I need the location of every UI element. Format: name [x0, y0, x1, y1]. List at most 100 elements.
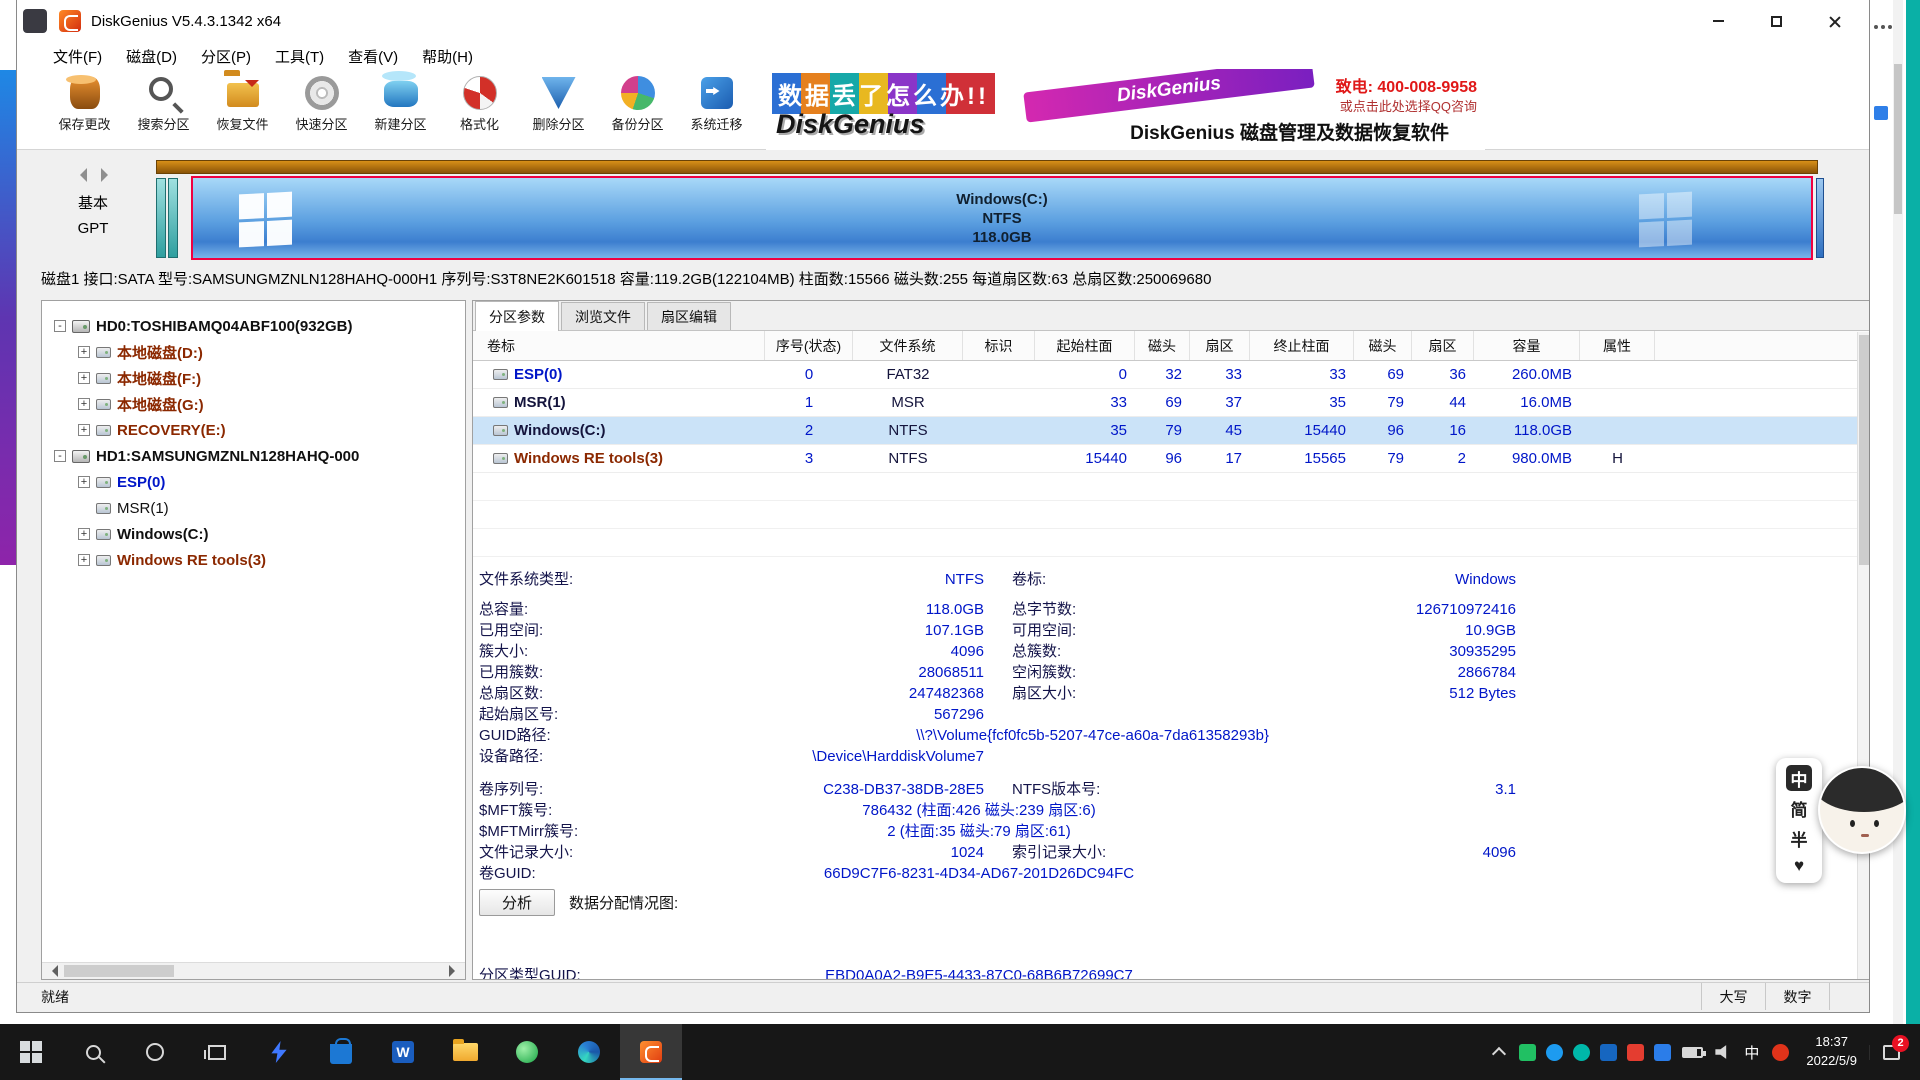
col-end-cylinder[interactable]: 终止柱面	[1250, 331, 1354, 360]
partition-row-msr[interactable]: MSR(1) 1 MSR 33 69 37 35 79 44 16.0MB	[473, 389, 1869, 417]
col-filesystem[interactable]: 文件系统	[853, 331, 963, 360]
col-capacity[interactable]: 容量	[1474, 331, 1580, 360]
expand-icon[interactable]: +	[78, 476, 90, 488]
ad-qq-link[interactable]: 或点击此处选择QQ咨询	[1340, 96, 1477, 115]
partition-row-windows-c-selected[interactable]: Windows(C:) 2 NTFS 35 79 45 15440 96 16 …	[473, 417, 1869, 445]
taskbar-app-store[interactable]	[310, 1024, 372, 1080]
ime-halfwidth-toggle[interactable]: 半	[1791, 826, 1808, 851]
backup-partition-button[interactable]: 备份分区	[598, 70, 677, 149]
menu-view[interactable]: 查看(V)	[336, 42, 410, 70]
windows-c-partition-bar[interactable]: Windows(C:) NTFS 118.0GB	[191, 176, 1813, 260]
expand-icon[interactable]: +	[78, 346, 90, 358]
taskbar-app-edge[interactable]	[558, 1024, 620, 1080]
background-scrollbar-thumb[interactable]	[1894, 64, 1902, 214]
menu-file[interactable]: 文件(F)	[41, 42, 114, 70]
col-seq-status[interactable]: 序号(状态)	[765, 331, 853, 360]
mascot-avatar[interactable]	[1818, 766, 1906, 854]
menu-tools[interactable]: 工具(T)	[263, 42, 336, 70]
cortana-button[interactable]	[124, 1024, 186, 1080]
more-icon[interactable]	[1874, 16, 1896, 22]
expand-icon[interactable]: +	[78, 528, 90, 540]
tree-item-hd1[interactable]: -HD1:SAMSUNGMZNLN128HAHQ-000	[42, 443, 465, 469]
task-view-button[interactable]	[186, 1024, 248, 1080]
taskbar-app-explorer[interactable]	[434, 1024, 496, 1080]
col-end-head[interactable]: 磁头	[1354, 331, 1412, 360]
action-center-button[interactable]: 2	[1869, 1045, 1913, 1060]
tray-red-app-icon[interactable]	[1627, 1044, 1644, 1061]
tray-teal-icon[interactable]	[1573, 1044, 1590, 1061]
tree-item-recovery-e[interactable]: +RECOVERY(E:)	[42, 417, 465, 443]
speaker-icon[interactable]	[1715, 1045, 1730, 1060]
ad-banner[interactable]: 数据丢了怎么办!! DiskGenius DiskGenius 致电: 400-…	[766, 69, 1485, 150]
tree-item-esp[interactable]: +ESP(0)	[42, 469, 465, 495]
expand-icon[interactable]: +	[78, 372, 90, 384]
delete-partition-button[interactable]: 删除分区	[519, 70, 598, 149]
ime-chinese-toggle[interactable]: 中	[1786, 765, 1812, 791]
col-end-sector[interactable]: 扇区	[1412, 331, 1474, 360]
tray-snowflake-icon[interactable]	[1654, 1044, 1671, 1061]
taskbar-app-word[interactable]: W	[372, 1024, 434, 1080]
heart-icon[interactable]: ♥	[1794, 856, 1804, 876]
tree-item-local-g[interactable]: +本地磁盘(G:)	[42, 391, 465, 417]
save-changes-button[interactable]: 保存更改	[45, 70, 124, 149]
col-start-sector[interactable]: 扇区	[1190, 331, 1250, 360]
close-button[interactable]	[1805, 0, 1863, 42]
start-button[interactable]	[0, 1024, 62, 1080]
expand-icon[interactable]: +	[78, 554, 90, 566]
tree-item-local-d[interactable]: +本地磁盘(D:)	[42, 339, 465, 365]
menu-partition[interactable]: 分区(P)	[189, 42, 263, 70]
search-partition-button[interactable]: 搜索分区	[124, 70, 203, 149]
taskbar-clock[interactable]: 18:37 2022/5/9	[1806, 1033, 1857, 1071]
partition-row-windows-re[interactable]: Windows RE tools(3) 3 NTFS 15440 96 17 1…	[473, 445, 1869, 473]
format-button[interactable]: 格式化	[440, 70, 519, 149]
taskbar-app-browser[interactable]	[496, 1024, 558, 1080]
next-disk-arrow-icon[interactable]	[101, 168, 115, 182]
scrollbar-thumb[interactable]	[64, 965, 174, 977]
tab-sector-edit[interactable]: 扇区编辑	[647, 302, 731, 330]
quick-partition-button[interactable]: 快速分区	[282, 70, 361, 149]
collapse-icon[interactable]: -	[54, 450, 66, 462]
system-migrate-button[interactable]: 系统迁移	[677, 70, 756, 149]
battery-icon[interactable]	[1682, 1047, 1703, 1058]
ime-simplified-toggle[interactable]: 简	[1791, 796, 1808, 821]
scroll-right-icon[interactable]	[449, 965, 461, 977]
esp-partition-bar[interactable]	[156, 178, 166, 258]
scrollbar-thumb[interactable]	[1859, 335, 1869, 565]
col-attribute[interactable]: 属性	[1580, 331, 1655, 360]
tray-green-app-icon[interactable]	[1519, 1044, 1536, 1061]
tab-partition-params[interactable]: 分区参数	[475, 301, 559, 331]
ime-indicator[interactable]: 中	[1744, 1042, 1759, 1063]
tab-browse-files[interactable]: 浏览文件	[561, 302, 645, 330]
tray-qq-icon[interactable]	[1600, 1044, 1617, 1061]
taskbar-app-diskgenius-active[interactable]	[620, 1024, 682, 1080]
taskbar-search-button[interactable]	[62, 1024, 124, 1080]
scroll-left-icon[interactable]	[46, 965, 58, 977]
disk-capacity-bar[interactable]	[156, 160, 1818, 174]
tree-item-hd0[interactable]: -HD0:TOSHIBAMQ04ABF100(932GB)	[42, 313, 465, 339]
col-start-cylinder[interactable]: 起始柱面	[1035, 331, 1135, 360]
prev-disk-arrow-icon[interactable]	[73, 168, 87, 182]
expand-icon[interactable]: +	[78, 398, 90, 410]
collapse-icon[interactable]: -	[54, 320, 66, 332]
maximize-button[interactable]	[1747, 0, 1805, 42]
tray-expand-icon[interactable]	[1492, 1047, 1506, 1061]
col-volume-label[interactable]: 卷标	[473, 331, 765, 360]
analyze-button[interactable]: 分析	[479, 889, 555, 916]
tree-item-windows-re[interactable]: +Windows RE tools(3)	[42, 547, 465, 573]
col-flag[interactable]: 标识	[963, 331, 1035, 360]
tree-item-local-f[interactable]: +本地磁盘(F:)	[42, 365, 465, 391]
menu-disk[interactable]: 磁盘(D)	[114, 42, 189, 70]
recover-files-button[interactable]: 恢复文件	[203, 70, 282, 149]
tree-item-msr[interactable]: MSR(1)	[42, 495, 465, 521]
re-tools-partition-bar[interactable]	[1816, 178, 1824, 258]
tray-blue-circle-icon[interactable]	[1546, 1044, 1563, 1061]
menu-help[interactable]: 帮助(H)	[410, 42, 485, 70]
partition-row-esp[interactable]: ESP(0) 0 FAT32 0 32 33 33 69 36 260.0MB	[473, 361, 1869, 389]
expand-icon[interactable]: +	[78, 424, 90, 436]
new-partition-button[interactable]: 新建分区	[361, 70, 440, 149]
minimize-button[interactable]	[1689, 0, 1747, 42]
tray-sogou-icon[interactable]	[1772, 1044, 1789, 1061]
tree-item-windows-c[interactable]: +Windows(C:)	[42, 521, 465, 547]
tree-horizontal-scrollbar[interactable]	[42, 962, 465, 979]
taskbar-app-thunder[interactable]	[248, 1024, 310, 1080]
